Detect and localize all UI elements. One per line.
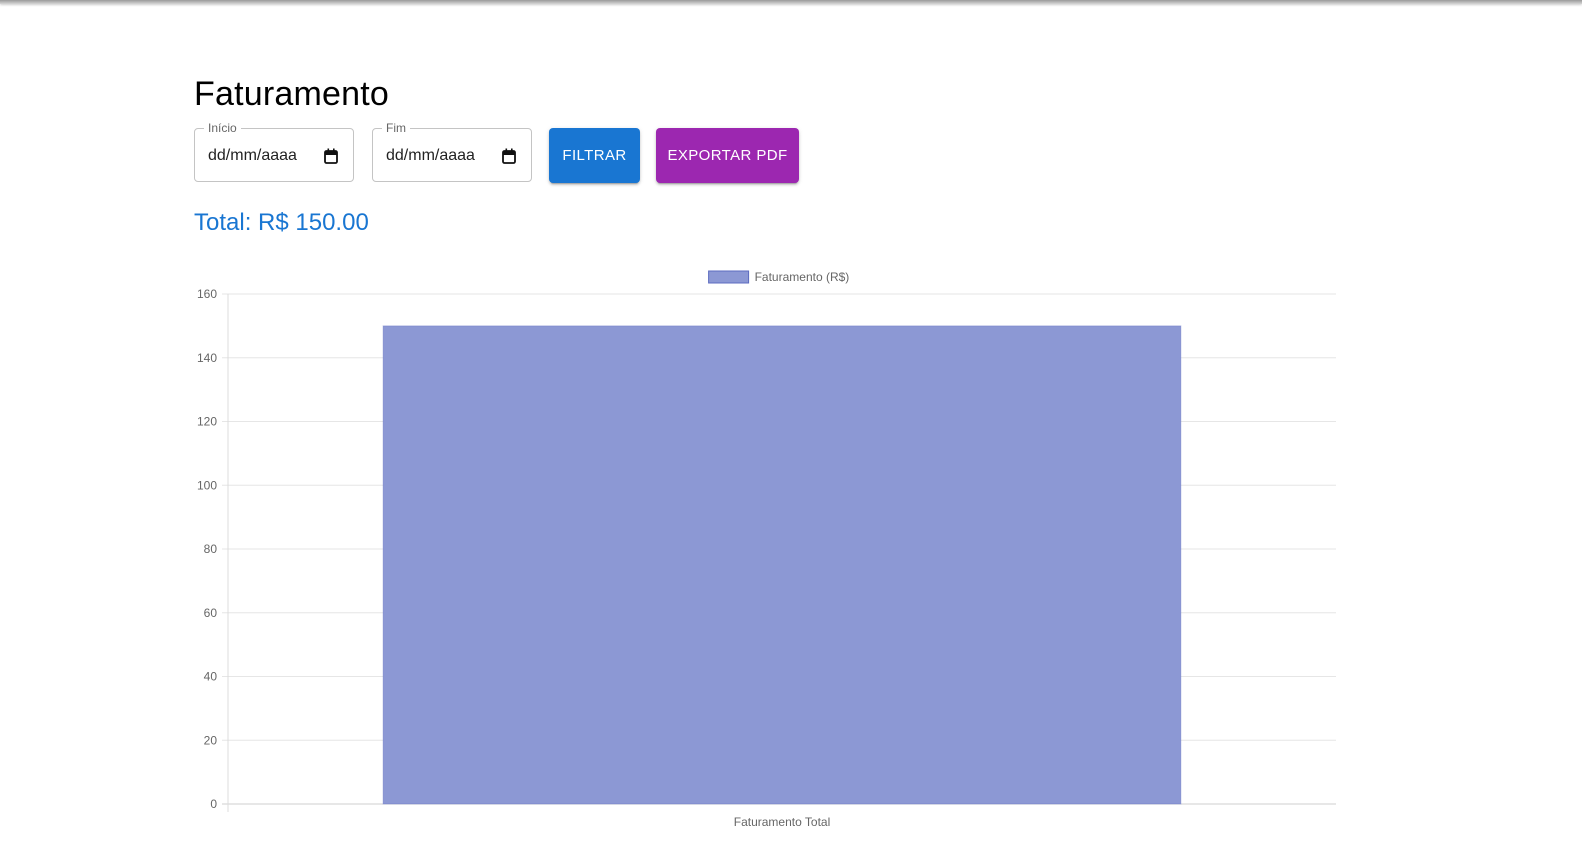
start-date-input[interactable]: dd/mm/aaaa: [208, 146, 297, 166]
legend-label: Faturamento (R$): [755, 270, 850, 284]
browser-top-edge: [0, 0, 1582, 4]
end-date-field[interactable]: Fim dd/mm/aaaa: [372, 121, 532, 182]
page-title: Faturamento: [194, 75, 389, 113]
filter-button[interactable]: FILTRAR: [549, 128, 640, 183]
x-tick-label: Faturamento Total: [734, 815, 831, 829]
revenue-bar-chart: 0 20 40 60 80 100 120 140 160 Faturamento Total Fa…: [197, 270, 1336, 829]
end-date-input[interactable]: dd/mm/aaaa: [386, 146, 475, 166]
y-tick-label: 0: [210, 797, 217, 811]
y-tick-label: 60: [204, 606, 218, 620]
start-date-label: Início: [204, 121, 241, 135]
y-tick-label: 40: [204, 670, 218, 684]
total-label: Total: R$ 150.00: [194, 209, 369, 236]
y-tick-label: 120: [197, 415, 217, 429]
legend-swatch: [708, 270, 750, 284]
end-date-label: Fim: [382, 121, 410, 135]
start-date-field[interactable]: Início dd/mm/aaaa: [194, 121, 354, 182]
y-tick-label: 140: [197, 351, 217, 365]
calendar-icon[interactable]: [502, 148, 516, 164]
bar: [382, 325, 1182, 805]
export-pdf-button[interactable]: EXPORTAR PDF: [656, 128, 799, 183]
y-tick-label: 80: [204, 542, 218, 556]
y-tick-label: 100: [197, 478, 217, 492]
calendar-icon[interactable]: [324, 148, 338, 164]
y-tick-label: 160: [197, 287, 217, 301]
y-tick-label: 20: [204, 733, 218, 747]
